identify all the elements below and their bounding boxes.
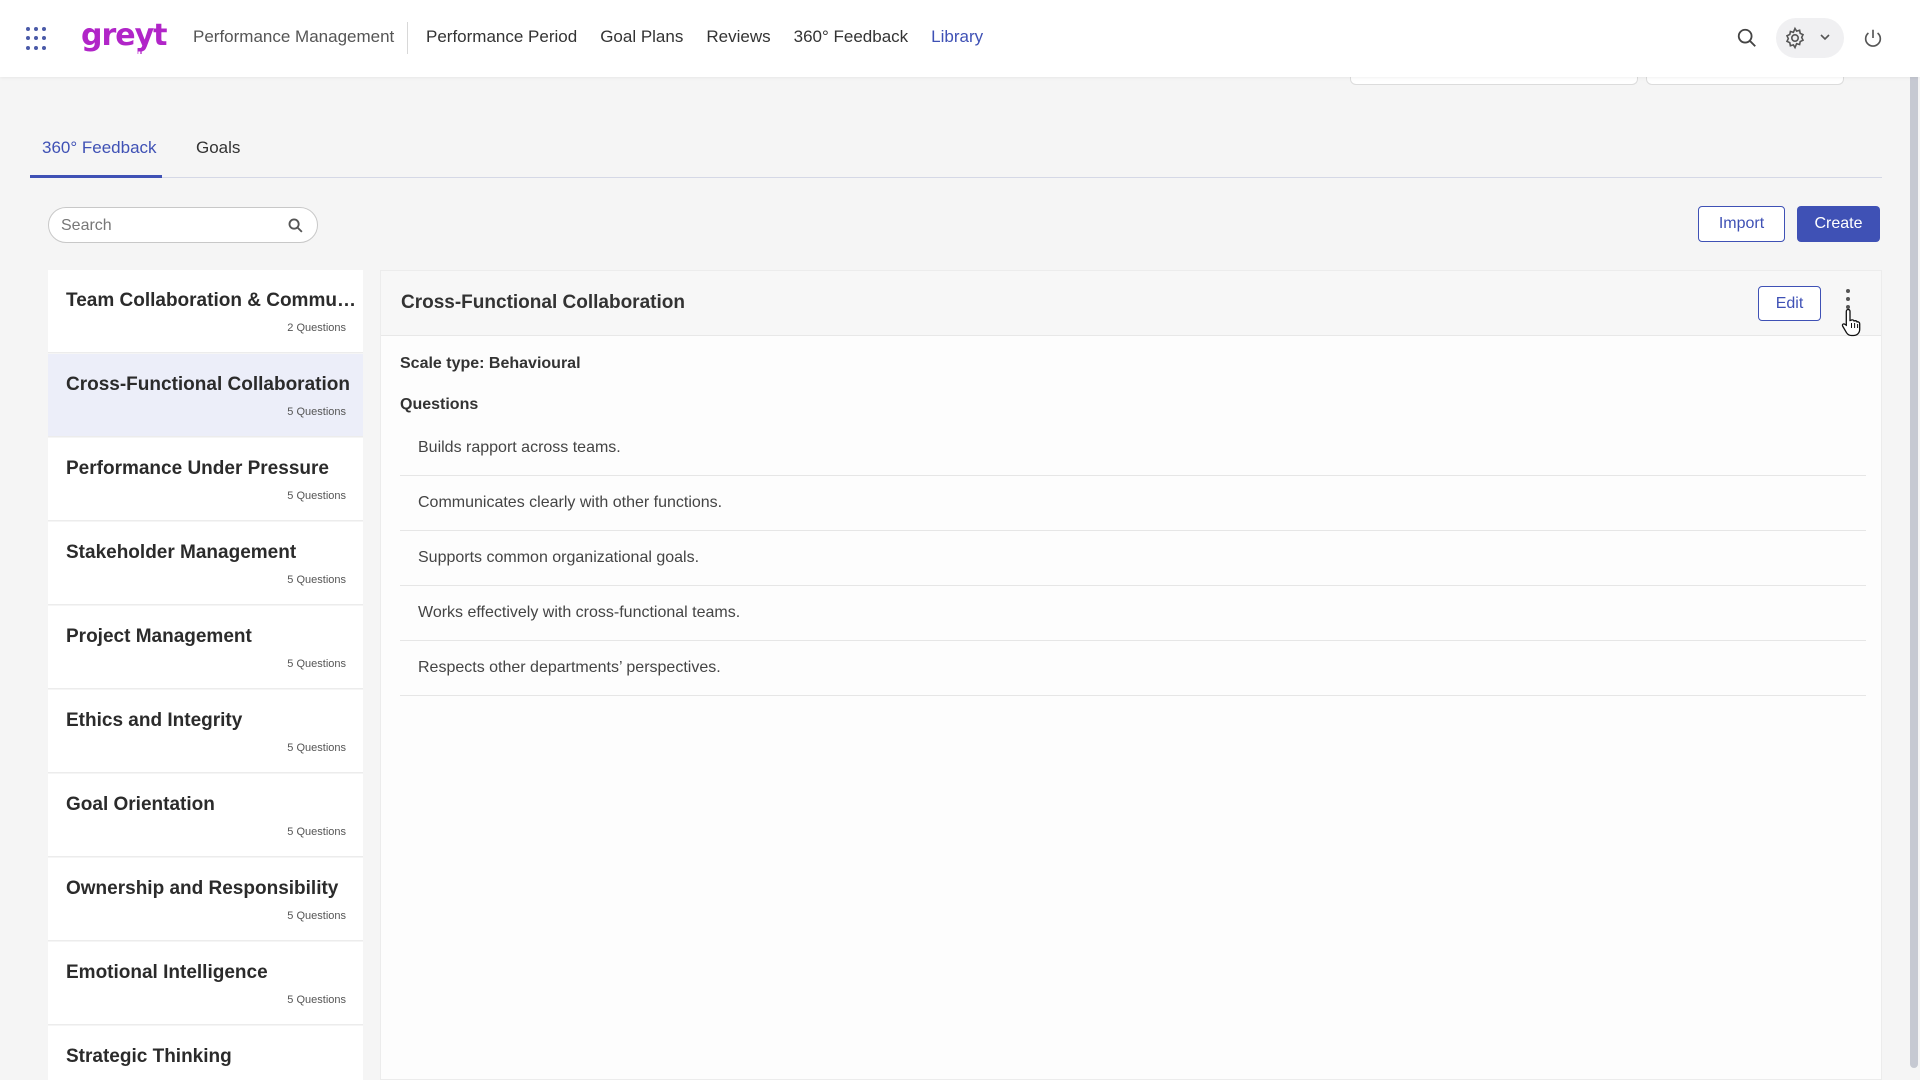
logo[interactable]: greyt hr: [81, 18, 168, 56]
top-navigation: greyt hr Performance Management Performa…: [0, 0, 1920, 77]
list-item[interactable]: Project Management 5 Questions: [48, 606, 363, 689]
question-row: Respects other departments’ perspectives…: [400, 641, 1866, 696]
list-item[interactable]: Goal Orientation 5 Questions: [48, 774, 363, 857]
nav-reviews[interactable]: Reviews: [706, 27, 770, 47]
list-item[interactable]: Strategic Thinking: [48, 1026, 363, 1080]
list-item-title: Strategic Thinking: [66, 1046, 232, 1067]
list-item-count: 5 Questions: [287, 742, 346, 754]
list-item-title: Ethics and Integrity: [66, 710, 243, 731]
search-icon[interactable]: [287, 217, 304, 234]
list-item-count: 2 Questions: [287, 322, 346, 334]
list-item-title: Emotional Intelligence: [66, 962, 268, 983]
nav-360-feedback[interactable]: 360° Feedback: [794, 27, 909, 47]
competency-detail: Cross-Functional Collaboration Edit Scal…: [380, 270, 1882, 1080]
list-item-title: Team Collaboration & Communication: [66, 290, 356, 311]
list-item[interactable]: Emotional Intelligence 5 Questions: [48, 942, 363, 1025]
scrollbar-thumb[interactable]: [1910, 8, 1918, 1068]
import-button[interactable]: Import: [1698, 206, 1785, 242]
list-item[interactable]: Ethics and Integrity 5 Questions: [48, 690, 363, 773]
list-item-count: 5 Questions: [287, 406, 346, 418]
nav-library[interactable]: Library: [931, 27, 983, 47]
list-item-title: Project Management: [66, 626, 252, 647]
list-item-count: 5 Questions: [287, 490, 346, 502]
hand-cursor-icon: [1841, 308, 1861, 337]
module-name[interactable]: Performance Management: [193, 27, 394, 47]
list-item[interactable]: Ownership and Responsibility 5 Questions: [48, 858, 363, 941]
main-nav: Performance Period Goal Plans Reviews 36…: [426, 27, 1006, 47]
nav-divider: [407, 22, 408, 54]
chevron-down-icon[interactable]: [1818, 30, 1832, 44]
create-button[interactable]: Create: [1797, 206, 1880, 242]
tab-goals[interactable]: Goals: [196, 138, 240, 158]
gear-icon[interactable]: [1783, 26, 1807, 50]
nav-performance-period[interactable]: Performance Period: [426, 27, 577, 47]
list-item[interactable]: Team Collaboration & Communication 2 Que…: [48, 270, 363, 353]
search-input[interactable]: [61, 214, 281, 238]
scale-type: Scale type: Behavioural: [400, 355, 581, 372]
edit-button[interactable]: Edit: [1758, 286, 1821, 321]
list-item[interactable]: Performance Under Pressure 5 Questions: [48, 438, 363, 521]
list-item-title: Stakeholder Management: [66, 542, 297, 563]
question-row: Works effectively with cross-functional …: [400, 586, 1866, 641]
list-item-title: Cross-Functional Collaboration: [66, 374, 350, 395]
list-item[interactable]: Cross-Functional Collaboration 5 Questio…: [48, 354, 363, 437]
detail-title: Cross-Functional Collaboration: [401, 292, 685, 313]
list-item-title: Goal Orientation: [66, 794, 215, 815]
list-item-count: 5 Questions: [287, 658, 346, 670]
detail-header: Cross-Functional Collaboration Edit: [381, 271, 1881, 337]
active-tab-indicator: [30, 175, 162, 178]
questions-heading: Questions: [400, 396, 479, 413]
question-row: Supports common organizational goals.: [400, 531, 1866, 586]
logo-sub: hr: [137, 48, 143, 56]
list-item-count: 5 Questions: [287, 826, 346, 838]
competency-list: Team Collaboration & Communication 2 Que…: [48, 270, 363, 1080]
list-item-title: Ownership and Responsibility: [66, 878, 339, 899]
question-row: Communicates clearly with other function…: [400, 476, 1866, 531]
logo-text: greyt: [81, 18, 168, 53]
apps-grid-icon[interactable]: [26, 27, 50, 51]
list-item-count: 5 Questions: [287, 994, 346, 1006]
list-item[interactable]: Stakeholder Management 5 Questions: [48, 522, 363, 605]
power-icon[interactable]: [1862, 26, 1884, 50]
question-list: Builds rapport across teams. Communicate…: [400, 421, 1866, 696]
search-icon[interactable]: [1736, 27, 1758, 49]
list-item-title: Performance Under Pressure: [66, 458, 329, 479]
list-item-count: 5 Questions: [287, 574, 346, 586]
tab-360-feedback[interactable]: 360° Feedback: [42, 138, 157, 158]
question-row: Builds rapport across teams.: [400, 421, 1866, 476]
list-item-count: 5 Questions: [287, 910, 346, 922]
search-box: [48, 207, 318, 243]
library-tabs: 360° Feedback Goals: [30, 128, 1882, 178]
nav-goal-plans[interactable]: Goal Plans: [600, 27, 683, 47]
